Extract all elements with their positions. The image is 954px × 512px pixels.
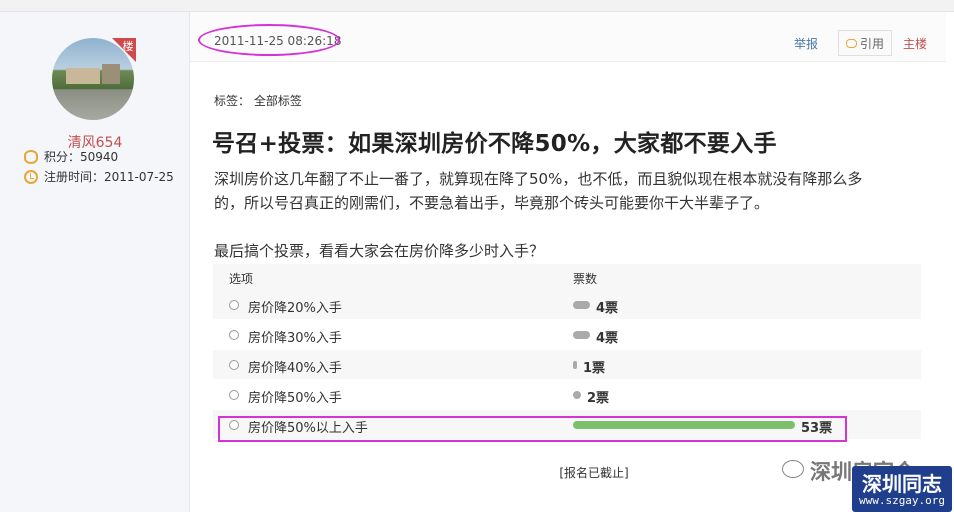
poll-option-radio[interactable] — [229, 330, 239, 340]
poll-option-radio[interactable] — [229, 360, 239, 370]
poll-vote-bar — [573, 331, 590, 339]
poll-vote-bar — [573, 301, 590, 309]
poll-table: 选项 票数 房价降20%入手 4票 房价降30%入手 4票 房价降40%入手 1票 房价降5… — [213, 264, 921, 440]
avatar-building-2 — [102, 64, 120, 84]
user-register-text: 注册时间：2011-07-25 — [44, 170, 174, 184]
poll-vote-count: 1票 — [583, 361, 606, 376]
poll-option-label: 房价降20%入手 — [248, 301, 342, 316]
poll-option-label: 房价降40%入手 — [248, 361, 342, 376]
poll-vote-count: 4票 — [596, 331, 619, 346]
post-tags[interactable]: 标签： 全部标签 — [214, 92, 302, 109]
poll-option-label: 房价降50%入手 — [248, 391, 342, 406]
speech-bubble-icon — [845, 38, 857, 48]
site-logo-title: 深圳同志 — [862, 472, 942, 496]
user-points-text: 积分：50940 — [44, 150, 119, 164]
owner-post-link[interactable]: 主楼 — [903, 35, 927, 52]
poll-option-row: 房价降40%入手 1票 — [213, 350, 921, 380]
site-logo-url: www.szgay.org — [858, 494, 946, 507]
poll-col-votes: 票数 — [573, 272, 598, 286]
option-highlight-box — [218, 416, 847, 442]
post-body-line-2: 的，所以号召真正的刚需们，不要急着出手，毕竟那个砖头可能要你干大半辈子了。 — [214, 194, 770, 212]
poll-col-option: 选项 — [229, 272, 254, 286]
user-points: 积分：50940 — [24, 148, 118, 165]
avatar-building — [66, 68, 100, 84]
poll-vote-count: 2票 — [587, 391, 610, 406]
poll-option-row: 房价降20%入手 4票 — [213, 290, 921, 320]
poll-vote-count: 4票 — [596, 301, 619, 316]
poll-option-label: 房价降30%入手 — [248, 331, 342, 346]
post-title: 号召+投票：如果深圳房价不降50%，大家都不要入手 — [212, 131, 777, 157]
site-logo: 深圳同志 www.szgay.org — [852, 466, 952, 512]
report-link[interactable]: 举报 — [794, 35, 818, 52]
post-body-line-1: 深圳房价这几年翻了不止一番了，就算现在降了50%，也不低，而且貌似现在根本就没有… — [214, 170, 863, 188]
top-edge — [0, 0, 954, 12]
watermark: 深圳房官会 深圳同志 www.szgay.org — [782, 450, 954, 512]
poll-option-row: 房价降30%入手 4票 — [213, 320, 921, 350]
quote-label: 引用 — [859, 36, 884, 51]
time-highlight-circle — [198, 24, 340, 56]
poll-option-row: 房价降50%入手 2票 — [213, 380, 921, 410]
poll-closed-text: [报名已截止] — [559, 466, 629, 480]
user-register-date: 注册时间：2011-07-25 — [24, 168, 174, 185]
quote-button[interactable]: 引用 — [838, 30, 892, 56]
avatar[interactable] — [52, 38, 134, 120]
poll-vote-bar — [573, 391, 581, 399]
coins-icon — [24, 149, 38, 164]
poll-option-radio[interactable] — [229, 390, 239, 400]
poll-vote-bar — [573, 361, 577, 369]
wechat-icon — [782, 460, 804, 478]
post-body: 深圳房价这几年翻了不止一番了，就算现在降了50%，也不低，而且貌似现在根本就没有… — [214, 167, 920, 215]
poll-header-row: 选项 票数 — [213, 264, 921, 290]
clock-icon — [24, 169, 38, 184]
poll-intro: 最后搞个投票，看看大家会在房价降多少时入手？ — [214, 242, 545, 260]
user-sidebar: 楼 清风654 积分：50940 注册时间：2011-07-25 — [0, 12, 190, 512]
poll-option-radio[interactable] — [229, 300, 239, 310]
